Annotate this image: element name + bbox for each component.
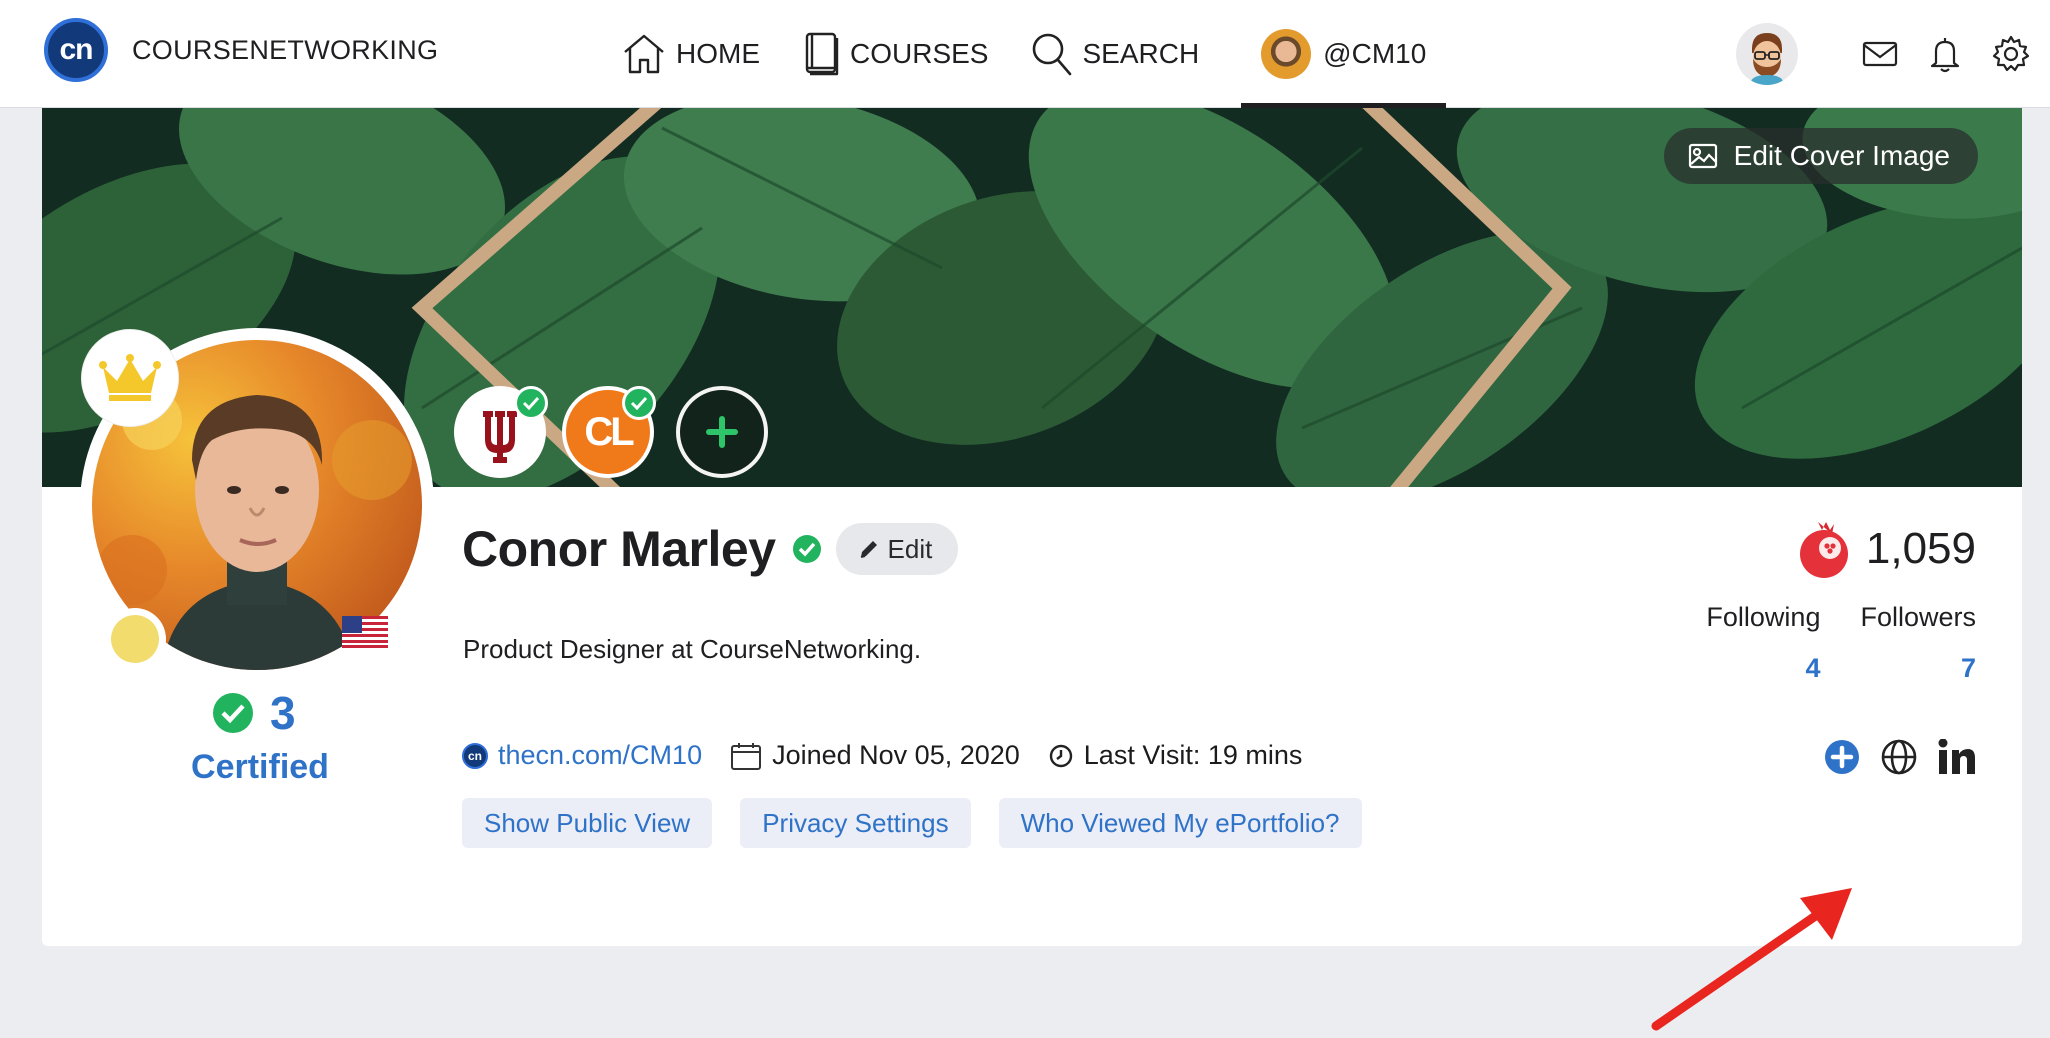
book-icon bbox=[805, 32, 839, 76]
bell-icon bbox=[1930, 38, 1960, 73]
main-nav: HOME COURSES SEARCH @CM10 bbox=[620, 0, 1447, 108]
cn-logo-small-icon: cn bbox=[462, 742, 488, 769]
user-avatar-button[interactable] bbox=[1736, 23, 1798, 85]
cn-logo: cn bbox=[44, 18, 108, 82]
cl-badge[interactable]: CL bbox=[562, 386, 656, 478]
brand-name: COURSENETWORKING bbox=[132, 34, 439, 65]
plus-icon bbox=[706, 416, 738, 448]
add-badge-button[interactable] bbox=[676, 386, 768, 478]
edit-profile-button[interactable]: Edit bbox=[835, 523, 959, 575]
image-icon bbox=[1688, 143, 1717, 169]
gear-icon bbox=[1992, 35, 2030, 72]
verified-icon bbox=[792, 535, 821, 563]
joined-date: Joined Nov 05, 2020 bbox=[730, 740, 1020, 771]
linkedin-icon bbox=[1938, 739, 1975, 774]
profile-mini-avatar bbox=[1261, 29, 1312, 79]
clock-icon bbox=[1049, 744, 1072, 767]
nav-profile[interactable]: @CM10 bbox=[1241, 0, 1447, 108]
profile-card: Edit Cover Image CL 3 Certified Conor Ma… bbox=[42, 108, 2022, 1031]
status-indicator bbox=[104, 608, 166, 670]
profile-actions: Show Public View Privacy Settings Who Vi… bbox=[462, 798, 1390, 848]
globe-icon bbox=[1881, 739, 1917, 775]
certification-count: 3 bbox=[212, 686, 296, 740]
search-icon bbox=[1033, 33, 1072, 76]
user-cartoon-avatar bbox=[1750, 33, 1784, 85]
nav-right-tools bbox=[1736, 0, 2030, 108]
profile-url: thecn.com/CM10 bbox=[498, 740, 703, 770]
top-navigation: cn COURSENETWORKING HOME COURSES SEARCH … bbox=[0, 0, 2050, 108]
name-row: Conor Marley Edit bbox=[462, 520, 959, 578]
nav-search[interactable]: SEARCH bbox=[1030, 0, 1199, 108]
points-display[interactable]: 1,059 bbox=[1796, 518, 1976, 580]
messages-button[interactable] bbox=[1862, 39, 1898, 69]
logo-link[interactable]: cn COURSENETWORKING bbox=[44, 18, 438, 82]
home-icon bbox=[624, 34, 664, 74]
pomegranate-icon bbox=[1799, 522, 1848, 578]
nav-courses-label: COURSES bbox=[850, 38, 989, 69]
annotation-arrow bbox=[1651, 888, 1852, 1031]
check-circle-icon bbox=[213, 693, 253, 733]
crown-badge bbox=[82, 330, 178, 426]
last-visit-text: Last Visit: 19 mins bbox=[1083, 740, 1303, 770]
verified-check-icon bbox=[622, 386, 656, 420]
profile-bio: Product Designer at CourseNetworking. bbox=[463, 634, 922, 664]
edit-cover-button[interactable]: Edit Cover Image bbox=[1663, 128, 1978, 184]
followers-label: Followers bbox=[1860, 602, 1976, 632]
who-viewed-button[interactable]: Who Viewed My ePortfolio? bbox=[998, 798, 1362, 848]
show-public-view-button[interactable]: Show Public View bbox=[462, 798, 713, 848]
last-visit: Last Visit: 19 mins bbox=[1048, 740, 1303, 771]
cl-badge-text: CL bbox=[584, 409, 634, 454]
cert-count-value: 3 bbox=[270, 687, 296, 739]
profile-meta: cn thecn.com/CM10 Joined Nov 05, 2020 La… bbox=[462, 740, 1330, 771]
linkedin-link[interactable] bbox=[1938, 739, 1976, 775]
iu-badge[interactable] bbox=[454, 386, 548, 478]
certified-label[interactable]: Certified bbox=[180, 748, 340, 787]
profile-name: Conor Marley bbox=[462, 521, 776, 577]
profile-url-link[interactable]: cn thecn.com/CM10 bbox=[462, 740, 702, 771]
social-links bbox=[1804, 738, 1976, 776]
joined-text: Joined Nov 05, 2020 bbox=[772, 740, 1020, 770]
add-social-link-button[interactable] bbox=[1824, 739, 1860, 775]
nav-home[interactable]: HOME bbox=[620, 0, 760, 108]
notifications-button[interactable] bbox=[1928, 35, 1962, 73]
us-flag-icon bbox=[342, 616, 388, 648]
following-label: Following bbox=[1706, 602, 1821, 632]
followers-count: 7 bbox=[1960, 653, 1976, 683]
followers-stat[interactable]: Followers 7 bbox=[1860, 602, 1976, 684]
nav-courses[interactable]: COURSES bbox=[802, 0, 988, 108]
verified-check-icon bbox=[514, 386, 548, 420]
pencil-icon bbox=[860, 541, 877, 558]
edit-cover-label: Edit Cover Image bbox=[1733, 140, 1950, 171]
points-value: 1,059 bbox=[1865, 524, 1976, 573]
nav-profile-label: @CM10 bbox=[1323, 38, 1427, 69]
settings-button[interactable] bbox=[1992, 35, 2030, 73]
following-stat[interactable]: Following 4 bbox=[1706, 602, 1820, 684]
nav-home-label: HOME bbox=[676, 38, 760, 69]
envelope-icon bbox=[1862, 41, 1898, 67]
edit-label: Edit bbox=[887, 533, 933, 564]
plus-circle-icon bbox=[1825, 740, 1859, 774]
website-link[interactable] bbox=[1880, 738, 1918, 776]
following-count: 4 bbox=[1805, 653, 1821, 683]
follow-stats: Following 4 Followers 7 bbox=[1666, 602, 1976, 684]
calendar-icon bbox=[731, 742, 762, 770]
crown-icon bbox=[99, 354, 161, 401]
nav-search-label: SEARCH bbox=[1082, 38, 1200, 69]
privacy-settings-button[interactable]: Privacy Settings bbox=[740, 798, 971, 848]
